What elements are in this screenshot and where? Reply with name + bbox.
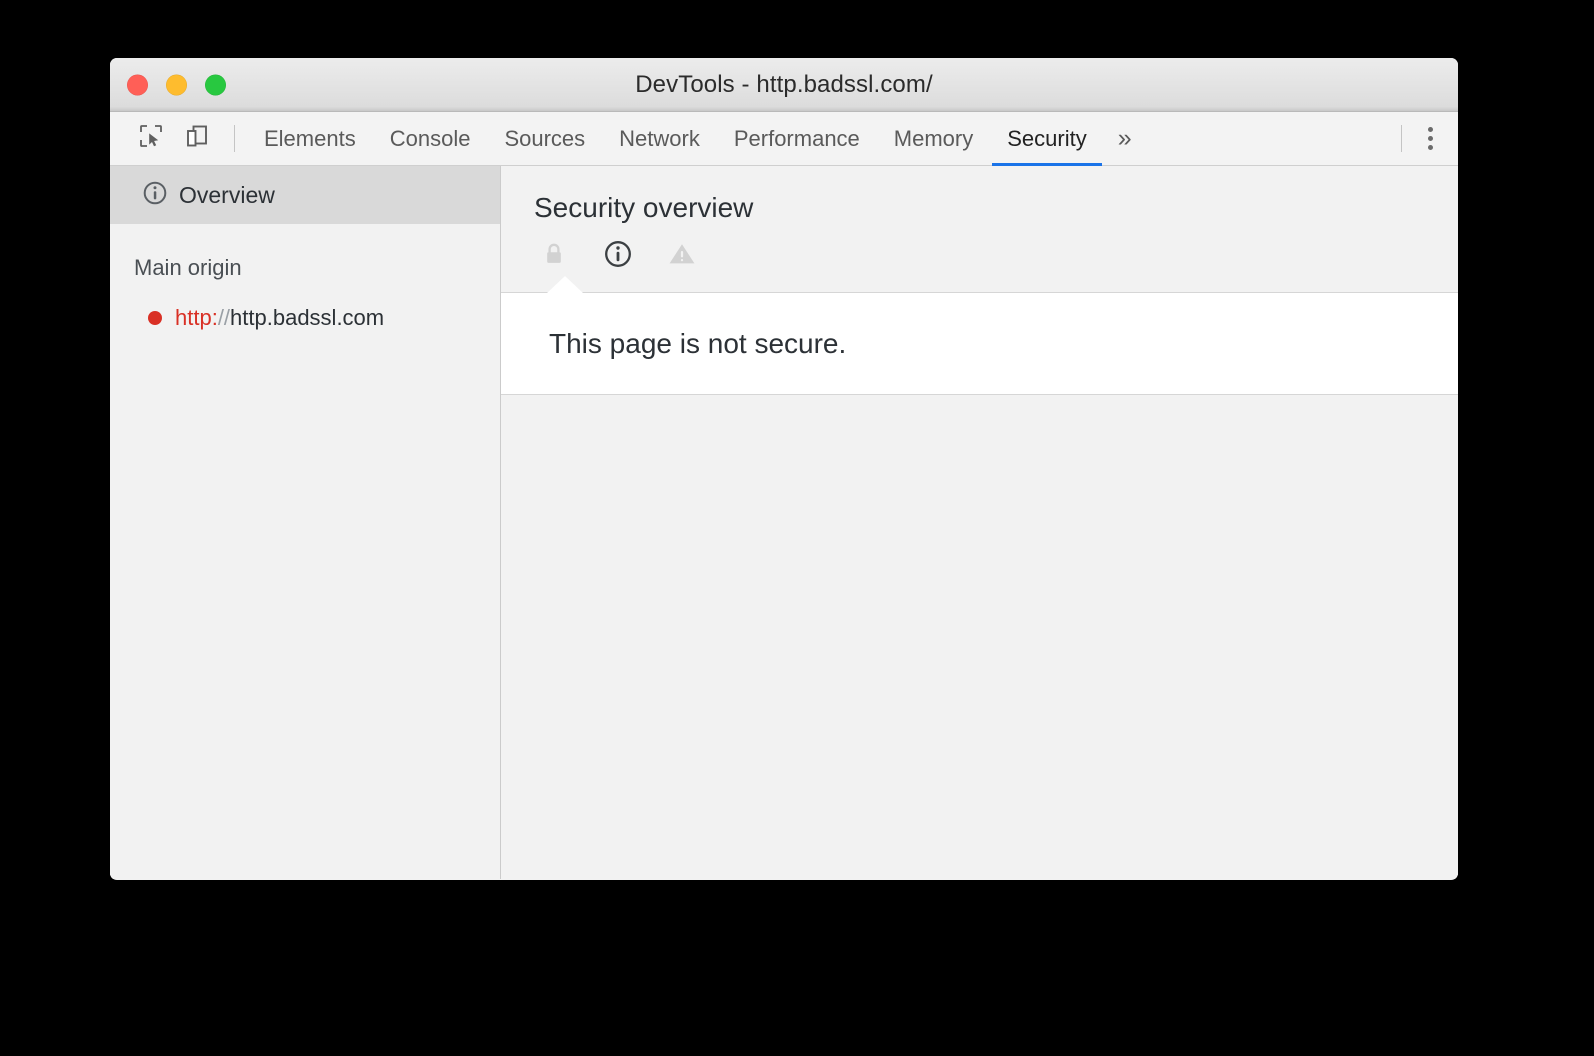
lock-icon-button[interactable] bbox=[537, 240, 571, 274]
devtools-window: DevTools - http.badssl.com/ Elements Con… bbox=[110, 58, 1458, 880]
sidebar-item-overview[interactable]: Overview bbox=[110, 166, 500, 224]
security-overview-header: Security overview bbox=[501, 166, 1458, 224]
tab-network[interactable]: Network bbox=[602, 112, 717, 165]
device-toolbar-button[interactable] bbox=[174, 112, 220, 165]
kebab-menu-icon-dot2 bbox=[1427, 136, 1433, 141]
security-summary-panel: This page is not secure. bbox=[501, 275, 1458, 395]
tab-elements-label: Elements bbox=[264, 125, 356, 151]
tab-performance[interactable]: Performance bbox=[717, 112, 877, 165]
tab-performance-label: Performance bbox=[733, 125, 860, 151]
warning-triangle-icon bbox=[667, 240, 697, 273]
info-circle-icon bbox=[142, 180, 168, 211]
devtools-tabstrip: Elements Console Sources Network Perform… bbox=[110, 112, 1458, 166]
inspect-element-icon bbox=[138, 123, 164, 154]
tab-security[interactable]: Security bbox=[990, 112, 1103, 166]
more-tabs-button[interactable]: » bbox=[1104, 112, 1146, 165]
tab-memory-label: Memory bbox=[893, 125, 974, 151]
origin-host: http.badssl.com bbox=[230, 305, 385, 330]
tab-network-label: Network bbox=[619, 125, 700, 151]
origin-status-dot-icon bbox=[148, 311, 162, 325]
panel-tabs: Elements Console Sources Network Perform… bbox=[247, 112, 1146, 166]
origin-slashes: // bbox=[217, 305, 231, 330]
sidebar-section-main-origin: Main origin bbox=[134, 255, 242, 280]
devtools-body: Overview Main origin http://http.badssl.… bbox=[110, 166, 1458, 879]
sidebar-origin-item[interactable]: http://http.badssl.com bbox=[110, 305, 500, 331]
page-title: Security overview bbox=[534, 192, 754, 223]
window-titlebar: DevTools - http.badssl.com/ bbox=[110, 58, 1458, 112]
sidebar-item-overview-label: Overview bbox=[179, 181, 275, 208]
tab-security-label: Security bbox=[1007, 125, 1087, 151]
warning-icon-button[interactable] bbox=[665, 240, 699, 274]
toolbar-divider bbox=[234, 125, 235, 152]
origin-scheme: http: bbox=[175, 305, 218, 330]
device-toolbar-icon bbox=[184, 123, 210, 154]
chevron-double-right-icon: » bbox=[1117, 124, 1132, 152]
tab-sources[interactable]: Sources bbox=[487, 112, 602, 165]
security-state-icons bbox=[501, 224, 1458, 270]
devtools-menu-button[interactable] bbox=[1402, 112, 1458, 165]
tab-elements[interactable]: Elements bbox=[247, 112, 373, 165]
info-icon-button[interactable] bbox=[601, 240, 635, 274]
tab-console-label: Console bbox=[389, 125, 471, 151]
tab-console[interactable]: Console bbox=[373, 112, 488, 165]
security-sidebar: Overview Main origin http://http.badssl.… bbox=[110, 166, 501, 879]
tab-sources-label: Sources bbox=[504, 125, 586, 151]
tabstrip-spacer bbox=[1146, 112, 1401, 165]
inspect-element-button[interactable] bbox=[128, 112, 174, 165]
security-summary-text: This page is not secure. bbox=[549, 327, 847, 359]
screenshot-stage: DevTools - http.badssl.com/ Elements Con… bbox=[0, 0, 1594, 1056]
summary-pointer-arrow bbox=[546, 275, 584, 293]
origin-url: http://http.badssl.com bbox=[175, 305, 384, 331]
kebab-menu-icon-dot3 bbox=[1427, 145, 1433, 150]
kebab-menu-icon bbox=[1427, 127, 1433, 132]
info-circle-icon bbox=[603, 239, 633, 274]
window-title: DevTools - http.badssl.com/ bbox=[635, 70, 933, 98]
security-main-panel: Security overview This page is not secur… bbox=[501, 166, 1458, 879]
lock-icon bbox=[540, 240, 568, 273]
tab-memory[interactable]: Memory bbox=[877, 112, 990, 165]
